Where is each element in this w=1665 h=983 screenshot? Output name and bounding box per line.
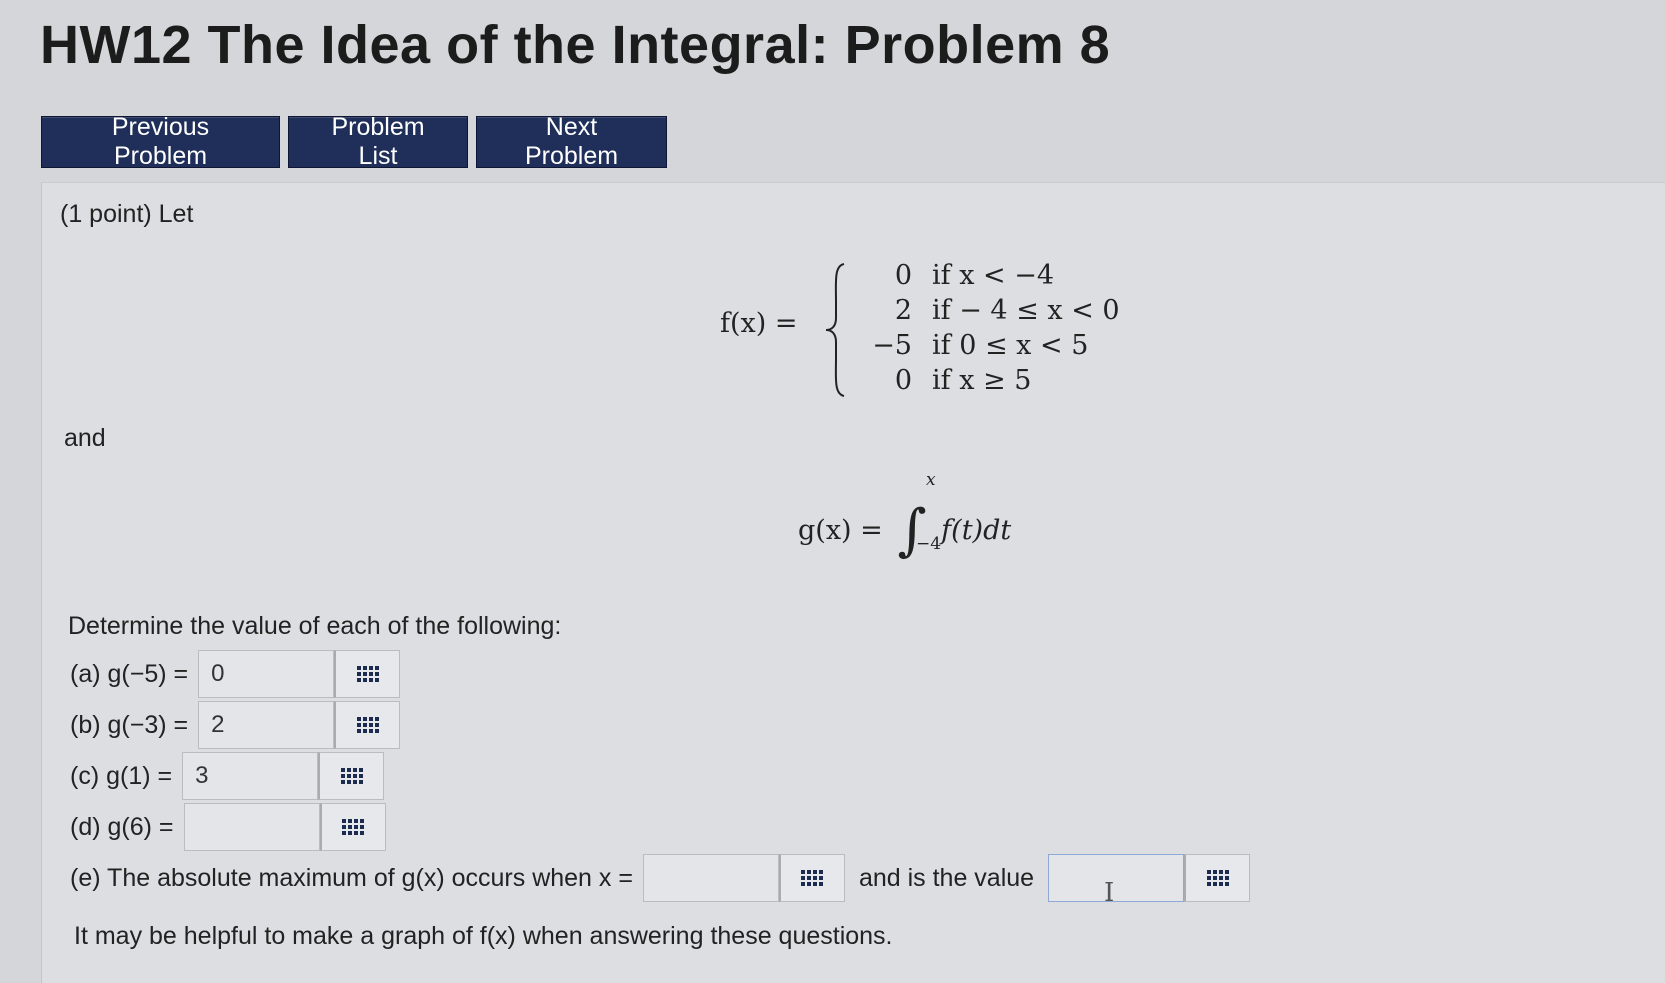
answer-input-a[interactable]: 0 [198,650,335,698]
previous-problem-button[interactable]: Previous Problem [41,113,280,170]
case-row: −5 if 0 ≤ x < 5 [852,328,1120,363]
answer-tool-button[interactable] [319,803,386,851]
case-value: 0 [894,365,912,396]
question-label: (a) g(−5) = [70,659,189,688]
answer-input-b[interactable]: 2 [198,701,335,749]
answer-tool-button[interactable] [318,752,385,800]
problem-navigation: Previous Problem Problem List Next Probl… [41,113,667,170]
answer-input-e-x[interactable] [642,854,779,902]
question-label: (c) g(1) = [70,761,173,790]
and-text: and [64,424,106,452]
question-e: (e) The absolute maximum of g(x) occurs … [70,853,1251,903]
grid-icon [342,819,365,835]
left-brace [825,263,845,397]
grid-icon [801,870,824,886]
case-condition: if x ≥ 5 [932,365,1032,396]
answer-tool-button[interactable] [334,701,401,749]
part-e-middle-text: and is the value [858,863,1035,892]
instructions-text: Determine the value of each of the follo… [68,612,562,640]
answer-tool-button[interactable] [778,854,845,902]
integrand: f(t)dt [941,515,1012,546]
case-condition: if x < −4 [932,260,1055,291]
answer-input-c[interactable]: 3 [182,752,319,800]
question-label: (e) The absolute maximum of g(x) occurs … [70,863,633,892]
question-c: (c) g(1) = 3 [70,751,385,801]
question-b: (b) g(−3) = 2 [70,700,401,750]
g-definition-lhs: g(x) = [798,515,883,546]
integral-upper-limit: x [926,470,936,490]
piecewise-cases: 0 if x < −4 2 if − 4 ≤ x < 0 −5 if 0 ≤ x… [852,258,1120,398]
question-label: (d) g(6) = [70,812,174,841]
case-row: 0 if x ≥ 5 [852,363,1120,398]
integral-lower-limit: −4 [916,534,942,554]
grid-icon [340,768,363,784]
grid-icon [356,717,379,733]
case-row: 0 if x < −4 [852,258,1120,293]
question-label: (b) g(−3) = [70,710,189,739]
grid-icon [1206,870,1229,886]
question-d: (d) g(6) = [70,802,386,852]
answer-input-d[interactable] [183,803,320,851]
case-value: −5 [872,330,912,361]
case-value: 2 [894,295,912,326]
problem-list-button[interactable]: Problem List [288,113,468,170]
problem-intro: (1 point) Let [60,200,194,228]
page-title: HW12 The Idea of the Integral: Problem 8 [40,15,1111,75]
integral-definition: g(x) = ∫ x −4 f(t)dt [798,470,1012,563]
case-row: 2 if − 4 ≤ x < 0 [852,293,1120,328]
f-definition-lhs: f(x) = [720,308,798,339]
next-problem-button[interactable]: Next Problem [476,113,667,170]
case-condition: if − 4 ≤ x < 0 [932,295,1120,326]
question-a: (a) g(−5) = 0 [70,649,401,699]
grid-icon [356,666,379,682]
case-value: 0 [894,260,912,291]
case-condition: if 0 ≤ x < 5 [932,330,1089,361]
hint-text: It may be helpful to make a graph of f(x… [74,922,893,950]
answer-tool-button[interactable] [1184,854,1251,902]
answer-tool-button[interactable] [334,650,401,698]
text-cursor-icon: I [1104,878,1115,908]
answer-input-e-value[interactable] [1048,854,1185,902]
